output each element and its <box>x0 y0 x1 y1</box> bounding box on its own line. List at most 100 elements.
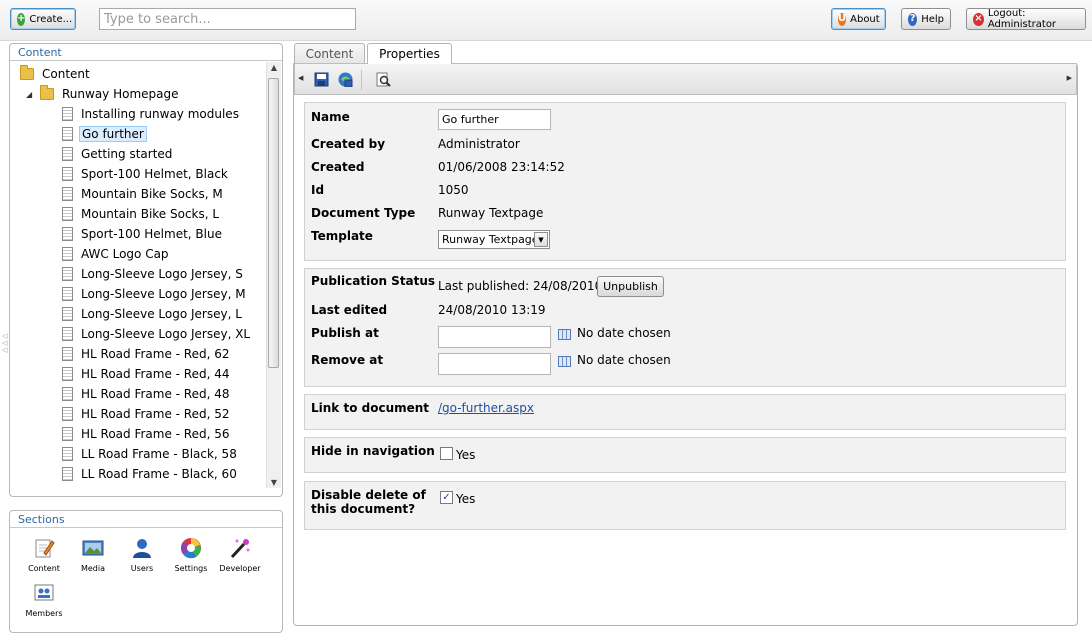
section-members[interactable]: Members <box>22 582 66 618</box>
hide-in-navigation-checkbox[interactable] <box>440 447 453 460</box>
tree-item[interactable]: Go further <box>62 125 147 143</box>
about-button[interactable]: U About <box>831 8 886 30</box>
tree-item[interactable]: HL Road Frame - Red, 48 <box>62 385 232 403</box>
tree-item[interactable]: Installing runway modules <box>62 105 241 123</box>
tree-item[interactable]: Sport-100 Helmet, Blue <box>62 225 224 243</box>
folder-icon <box>40 85 54 100</box>
tree-item[interactable]: LL Road Frame - Black, 60 <box>62 465 239 483</box>
section-users[interactable]: Users <box>120 537 164 573</box>
publication-status-value: Last published: 24/08/2010 <box>438 279 603 293</box>
scroll-up-icon[interactable]: ▲ <box>267 63 281 72</box>
tree-item-label: Long-Sleeve Logo Jersey, L <box>81 307 242 321</box>
tree-item-label: HL Road Frame - Red, 44 <box>81 367 230 381</box>
panel-title: Content <box>18 46 62 59</box>
tree-item[interactable]: LL Road Frame - Black, 58 <box>62 445 239 463</box>
calendar-icon[interactable] <box>558 356 571 367</box>
color-wheel-icon <box>181 538 201 559</box>
section-media[interactable]: Media <box>71 537 115 573</box>
tree-item[interactable]: AWC Logo Cap <box>62 245 171 263</box>
name-field[interactable]: Go further <box>438 109 551 130</box>
tree-item-label: Long-Sleeve Logo Jersey, S <box>81 267 243 281</box>
folder-icon <box>20 65 34 80</box>
create-button[interactable]: + Create... <box>10 8 76 30</box>
publish-at-field[interactable] <box>438 326 551 348</box>
template-select[interactable]: Runway Textpage ▼ <box>438 230 550 249</box>
section-content[interactable]: Content <box>22 537 66 573</box>
tree-item-label: Mountain Bike Socks, L <box>81 207 220 221</box>
editor-toolbar: ◀ ▶ <box>294 63 1077 95</box>
document-icon <box>62 327 73 341</box>
tree-node-runway-homepage[interactable]: ◢ Runway Homepage <box>26 85 181 103</box>
plus-icon: + <box>17 12 26 26</box>
chevron-down-icon[interactable]: ▼ <box>534 232 548 247</box>
tree-item[interactable]: Sport-100 Helmet, Black <box>62 165 230 183</box>
tree-item-label: Sport-100 Helmet, Black <box>81 167 228 181</box>
document-icon <box>62 227 73 241</box>
created-value: 01/06/2008 23:14:52 <box>438 160 565 174</box>
search-input[interactable] <box>99 8 356 30</box>
link-box: Link to document /go-further.aspx <box>304 394 1066 430</box>
calendar-icon[interactable] <box>558 329 571 340</box>
document-icon <box>62 207 73 221</box>
tree-item-label: HL Road Frame - Red, 62 <box>81 347 230 361</box>
document-icon <box>62 347 73 361</box>
tree-item-label: Mountain Bike Socks, M <box>81 187 223 201</box>
tree-item-label: Long-Sleeve Logo Jersey, M <box>81 287 246 301</box>
document-icon <box>62 307 73 321</box>
remove-at-field[interactable] <box>438 353 551 375</box>
tab-properties[interactable]: Properties <box>367 43 452 64</box>
tree-item[interactable]: Mountain Bike Socks, M <box>62 185 225 203</box>
document-icon <box>62 387 73 401</box>
tree-item-label: HL Road Frame - Red, 56 <box>81 427 230 441</box>
tree-item[interactable]: Getting started <box>62 145 174 163</box>
document-icon <box>62 187 73 201</box>
tree-root-content[interactable]: Content <box>20 65 92 83</box>
document-icon <box>62 427 73 441</box>
tree-item-label: Sport-100 Helmet, Blue <box>81 227 222 241</box>
document-icon <box>62 107 73 121</box>
disable-delete-checkbox[interactable]: ✓ <box>440 491 453 504</box>
tree-item-label: AWC Logo Cap <box>81 247 169 261</box>
tree-item[interactable]: Long-Sleeve Logo Jersey, M <box>62 285 248 303</box>
tree-item[interactable]: Mountain Bike Socks, L <box>62 205 221 223</box>
tree-item-label: HL Road Frame - Red, 52 <box>81 407 230 421</box>
tree-item[interactable]: Long-Sleeve Logo Jersey, L <box>62 305 244 323</box>
tree-item[interactable]: Long-Sleeve Logo Jersey, XL <box>62 325 252 343</box>
tree-item[interactable]: Long-Sleeve Logo Jersey, S <box>62 265 245 283</box>
tree-item-label: LL Road Frame - Black, 58 <box>81 447 237 461</box>
tree-item[interactable]: HL Road Frame - Red, 56 <box>62 425 232 443</box>
last-edited-value: 24/08/2010 13:19 <box>438 303 546 317</box>
section-settings[interactable]: Settings <box>169 537 213 573</box>
tree-item[interactable]: HL Road Frame - Red, 44 <box>62 365 232 383</box>
tree-item[interactable]: HL Road Frame - Red, 52 <box>62 405 232 423</box>
logout-button[interactable]: × Logout: Administrator <box>966 8 1086 30</box>
preview-icon[interactable] <box>376 72 391 87</box>
scroll-down-icon[interactable]: ▼ <box>267 478 281 487</box>
remove-at-note: No date chosen <box>577 353 671 367</box>
pencil-document-icon <box>35 539 55 558</box>
tree-item[interactable]: HL Road Frame - Red, 62 <box>62 345 232 363</box>
tree-item-label: Go further <box>79 126 147 142</box>
document-icon <box>62 407 73 421</box>
section-developer[interactable]: Developer <box>218 537 262 573</box>
tab-content[interactable]: Content <box>294 43 365 63</box>
help-button[interactable]: ? Help <box>901 8 951 30</box>
scroll-thumb[interactable] <box>268 78 279 368</box>
magic-wand-icon <box>230 539 250 559</box>
document-link[interactable]: /go-further.aspx <box>438 401 534 415</box>
expand-arrow-icon[interactable]: ◢ <box>26 90 36 99</box>
id-value: 1050 <box>438 183 469 197</box>
splitter-grip-icon[interactable]: ◁ ◁ ◁ <box>2 333 7 354</box>
toolbar-scroll-right-icon[interactable]: ▶ <box>1067 74 1072 82</box>
disable-delete-box: Disable delete of this document? ✓ Yes <box>304 481 1066 530</box>
created-by-value: Administrator <box>438 137 520 151</box>
save-icon[interactable] <box>314 72 329 87</box>
unpublish-button[interactable]: Unpublish <box>597 276 664 297</box>
toolbar-scroll-left-icon[interactable]: ◀ <box>298 74 303 82</box>
document-icon <box>62 167 73 181</box>
tree-scrollbar[interactable]: ▲ ▼ <box>266 62 281 488</box>
publish-at-note: No date chosen <box>577 326 671 340</box>
document-icon <box>62 447 73 461</box>
panel-title: Sections <box>18 513 65 526</box>
save-and-publish-icon[interactable] <box>338 72 353 87</box>
